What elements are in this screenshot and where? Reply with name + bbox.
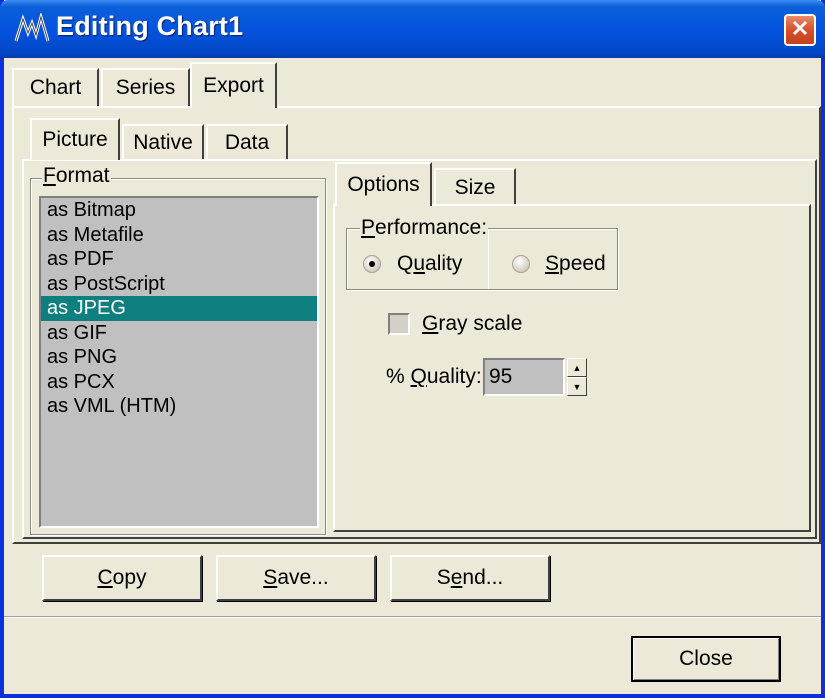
quality-spin-down-button[interactable]: ▼ — [567, 377, 587, 396]
tab-export[interactable]: Export — [190, 62, 277, 108]
tab-options[interactable]: Options — [335, 162, 432, 206]
list-item[interactable]: as PostScript — [41, 272, 317, 297]
window-title: Editing Chart1 — [56, 11, 244, 41]
close-button[interactable]: Close — [631, 636, 781, 682]
format-legend: Format — [42, 164, 111, 188]
format-list[interactable]: as Bitmap as Metafile as PDF as PostScri… — [39, 196, 319, 528]
quality-radio[interactable] — [363, 255, 381, 273]
separator — [4, 616, 821, 618]
save-button[interactable]: Save... — [216, 555, 376, 601]
send-button[interactable]: Se nd... — [390, 555, 550, 601]
quality-input[interactable]: 95 — [483, 358, 565, 396]
close-window-button[interactable] — [784, 14, 816, 46]
list-item[interactable]: as VML (HTM) — [41, 394, 317, 419]
gray-scale-checkbox[interactable] — [388, 313, 410, 335]
editing-chart-window: Editing Chart1 Chart Series Export Pictu… — [0, 0, 825, 698]
quality-label[interactable]: Quality — [397, 252, 462, 276]
teechart-icon — [14, 11, 50, 43]
list-item-selected[interactable]: as JPEG — [41, 296, 317, 321]
tab-data[interactable]: Data — [206, 124, 288, 160]
spin-up-icon: ▲ — [572, 362, 582, 373]
tab-chart[interactable]: Chart — [12, 68, 99, 106]
quality-value-label: % Quality: — [386, 365, 482, 388]
copy-button[interactable]: Copy — [42, 555, 202, 601]
tab-series[interactable]: Series — [101, 68, 190, 106]
radio-dot — [369, 261, 375, 267]
title-bar[interactable]: Editing Chart1 — [0, 0, 825, 58]
list-item[interactable]: as PCX — [41, 370, 317, 395]
performance-legend: Performance: — [360, 216, 489, 240]
list-item[interactable]: as PDF — [41, 247, 317, 272]
list-item[interactable]: as GIF — [41, 321, 317, 346]
tab-native[interactable]: Native — [122, 124, 204, 160]
list-item[interactable]: as PNG — [41, 345, 317, 370]
list-item[interactable]: as Metafile — [41, 223, 317, 248]
tab-size[interactable]: Size — [434, 168, 516, 206]
speed-radio[interactable] — [512, 255, 530, 273]
list-item[interactable]: as Bitmap — [41, 198, 317, 223]
speed-label[interactable]: Speed — [545, 252, 606, 276]
gray-scale-label[interactable]: Gray scale — [422, 312, 522, 336]
tab-picture[interactable]: Picture — [30, 118, 120, 160]
quality-spin-up-button[interactable]: ▲ — [567, 358, 587, 377]
close-icon — [791, 19, 809, 42]
spin-down-icon: ▼ — [572, 381, 582, 392]
